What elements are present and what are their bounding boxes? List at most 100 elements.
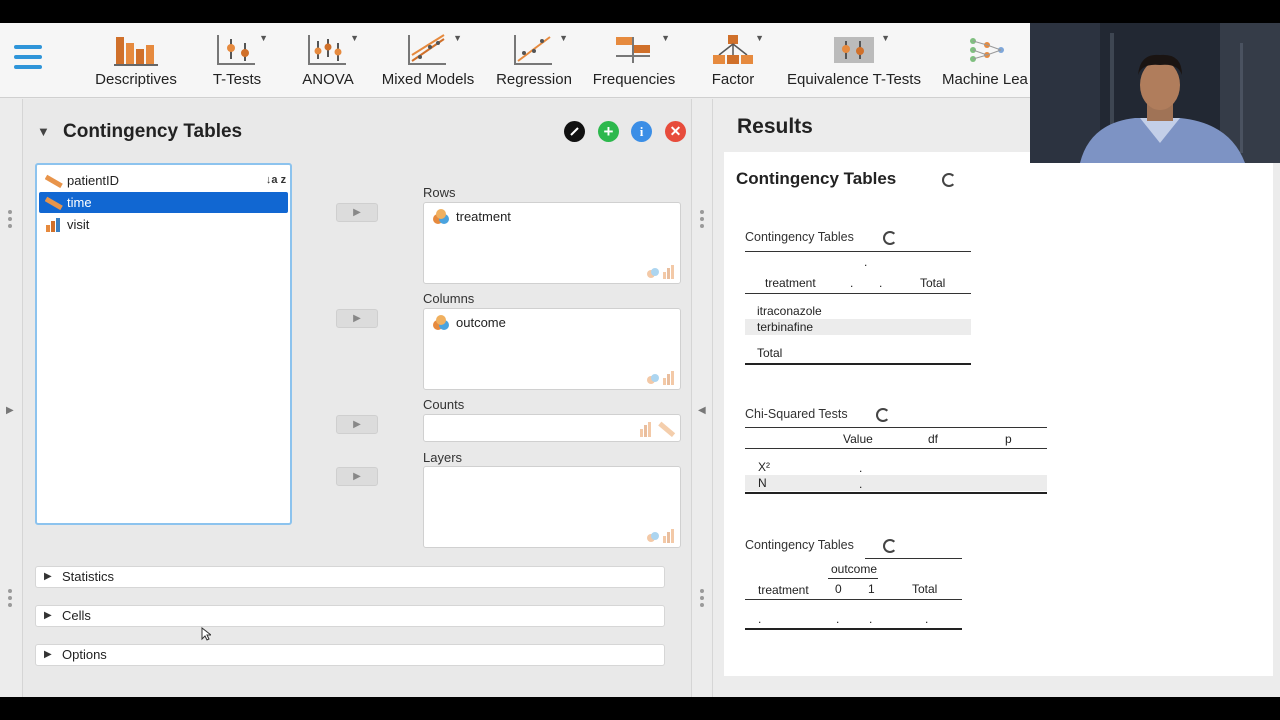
scale-icon <box>46 218 60 232</box>
anova-icon: ▼ <box>295 31 361 67</box>
table1-row-label: terbinafine <box>757 320 814 334</box>
module-t-tests[interactable]: ▼ T-Tests <box>204 31 270 93</box>
rows-label: Rows <box>423 185 456 200</box>
middle-resize-handle[interactable] <box>700 210 706 228</box>
columns-item-outcome[interactable]: outcome <box>432 315 506 330</box>
table1-header-total: Total <box>920 276 946 290</box>
variable-item-time[interactable]: time <box>39 192 288 213</box>
move-to-columns-button[interactable]: ▶ <box>336 309 378 328</box>
analysis-panel: ▼ Contingency Tables + i ✕ patientID tim… <box>22 99 692 697</box>
results-panel: Results Contingency Tables Contingency T… <box>712 99 1280 697</box>
sort-variables-button[interactable]: ↓a z <box>265 169 287 191</box>
table1-header-treatment: treatment <box>765 276 816 290</box>
results-page[interactable]: Contingency Tables Contingency Tables . … <box>724 152 1273 676</box>
layers-dropbox[interactable] <box>423 466 681 548</box>
variable-list[interactable]: patientID time visit ↓a z <box>35 163 292 525</box>
table3-title[interactable]: Contingency Tables <box>745 538 854 552</box>
mixed-models-icon: ▼ <box>380 31 476 67</box>
table-rule <box>865 558 962 559</box>
table-rule <box>745 363 971 365</box>
module-equivalence-t-tests[interactable]: ▼ Equivalence T-Tests <box>786 31 922 93</box>
info-button[interactable]: i <box>631 121 652 142</box>
loading-spinner-icon <box>883 539 897 553</box>
columns-label: Columns <box>423 291 475 306</box>
left-resize-handle-2[interactable] <box>8 589 14 607</box>
module-machine-learning[interactable]: Machine Lea <box>942 31 1032 93</box>
table-rule <box>745 599 962 600</box>
equivalence-t-tests-icon: ▼ <box>786 31 922 67</box>
pencil-icon <box>570 127 579 136</box>
table-rule <box>828 578 878 579</box>
expand-data-arrow[interactable]: ▶ <box>6 405 14 416</box>
collapse-analysis-icon[interactable]: ▼ <box>37 124 50 139</box>
table-rule <box>745 492 1047 494</box>
machine-learning-icon <box>942 31 1032 67</box>
main-menu-button[interactable] <box>14 45 42 73</box>
allowed-types-icon <box>646 529 676 543</box>
edit-title-button[interactable] <box>564 121 585 142</box>
row-shade <box>745 475 1047 491</box>
expand-icon: ▶ <box>44 649 52 660</box>
move-to-rows-button[interactable]: ▶ <box>336 203 378 222</box>
move-to-layers-button[interactable]: ▶ <box>336 467 378 486</box>
counts-dropbox[interactable] <box>423 414 681 442</box>
cells-section[interactable]: ▶ Cells <box>35 605 665 627</box>
table2-title[interactable]: Chi-Squared Tests <box>745 407 848 421</box>
nominal-icon <box>433 315 449 330</box>
options-section[interactable]: ▶ Options <box>35 644 665 666</box>
table-rule <box>745 427 1047 428</box>
collapse-results-arrow[interactable]: ◀ <box>698 405 706 416</box>
module-mixed-models[interactable]: ▼ Mixed Models <box>380 31 476 93</box>
nominal-text-icon <box>45 174 63 188</box>
arrow-right-icon: ▶ <box>353 313 361 324</box>
regression-icon: ▼ <box>494 31 574 67</box>
statistics-section[interactable]: ▶ Statistics <box>35 566 665 588</box>
module-factor[interactable]: ▼ Factor <box>700 31 766 93</box>
rows-item-treatment[interactable]: treatment <box>432 209 511 224</box>
plus-icon: + <box>603 121 614 141</box>
table-rule <box>745 448 1047 449</box>
frequencies-icon: ▼ <box>592 31 676 67</box>
expand-icon: ▶ <box>44 610 52 621</box>
columns-dropbox[interactable]: outcome <box>423 308 681 390</box>
middle-resize-handle-2[interactable] <box>700 589 706 607</box>
nominal-text-icon <box>45 196 63 210</box>
left-resize-handle[interactable] <box>8 210 14 228</box>
module-descriptives[interactable]: Descriptives <box>92 31 180 93</box>
results-title[interactable]: Contingency Tables <box>736 169 896 189</box>
table1-row-label: itraconazole <box>757 304 822 318</box>
presenter-video-image <box>1030 23 1280 163</box>
analysis-title[interactable]: Contingency Tables <box>63 121 242 143</box>
table1-title[interactable]: Contingency Tables <box>745 230 854 244</box>
allowed-types-icon <box>646 265 676 279</box>
table1-row-label: Total <box>757 346 783 360</box>
mouse-cursor-icon <box>201 627 211 641</box>
factor-icon: ▼ <box>700 31 766 67</box>
loading-spinner-icon <box>883 231 897 245</box>
layers-label: Layers <box>423 450 463 465</box>
variable-item-visit[interactable]: visit <box>39 214 288 235</box>
sort-icon: ↓a z <box>265 174 287 186</box>
counts-label: Counts <box>423 397 465 412</box>
loading-spinner-icon <box>942 173 956 187</box>
module-anova[interactable]: ▼ ANOVA <box>295 31 361 93</box>
move-to-counts-button[interactable]: ▶ <box>336 415 378 434</box>
rows-dropbox[interactable]: treatment <box>423 202 681 284</box>
table-rule <box>745 293 971 294</box>
descriptives-icon <box>92 31 180 67</box>
module-regression[interactable]: ▼ Regression <box>494 31 574 93</box>
app-window: Descriptives ▼ T-Tests ▼ ANOVA ▼ Mixed M… <box>0 23 1280 697</box>
results-heading: Results <box>737 115 813 138</box>
variable-item-patientid[interactable]: patientID <box>39 170 288 191</box>
table-rule <box>745 251 971 252</box>
t-tests-icon: ▼ <box>204 31 270 67</box>
close-icon: ✕ <box>669 123 682 139</box>
add-analysis-button[interactable]: + <box>598 121 619 142</box>
table-rule <box>745 628 962 630</box>
module-frequencies[interactable]: ▼ Frequencies <box>592 31 676 93</box>
close-analysis-button[interactable]: ✕ <box>665 121 686 142</box>
webcam-overlay <box>1030 23 1280 163</box>
nominal-icon <box>433 209 449 224</box>
loading-spinner-icon <box>876 408 890 422</box>
allowed-types-icon <box>640 421 676 437</box>
